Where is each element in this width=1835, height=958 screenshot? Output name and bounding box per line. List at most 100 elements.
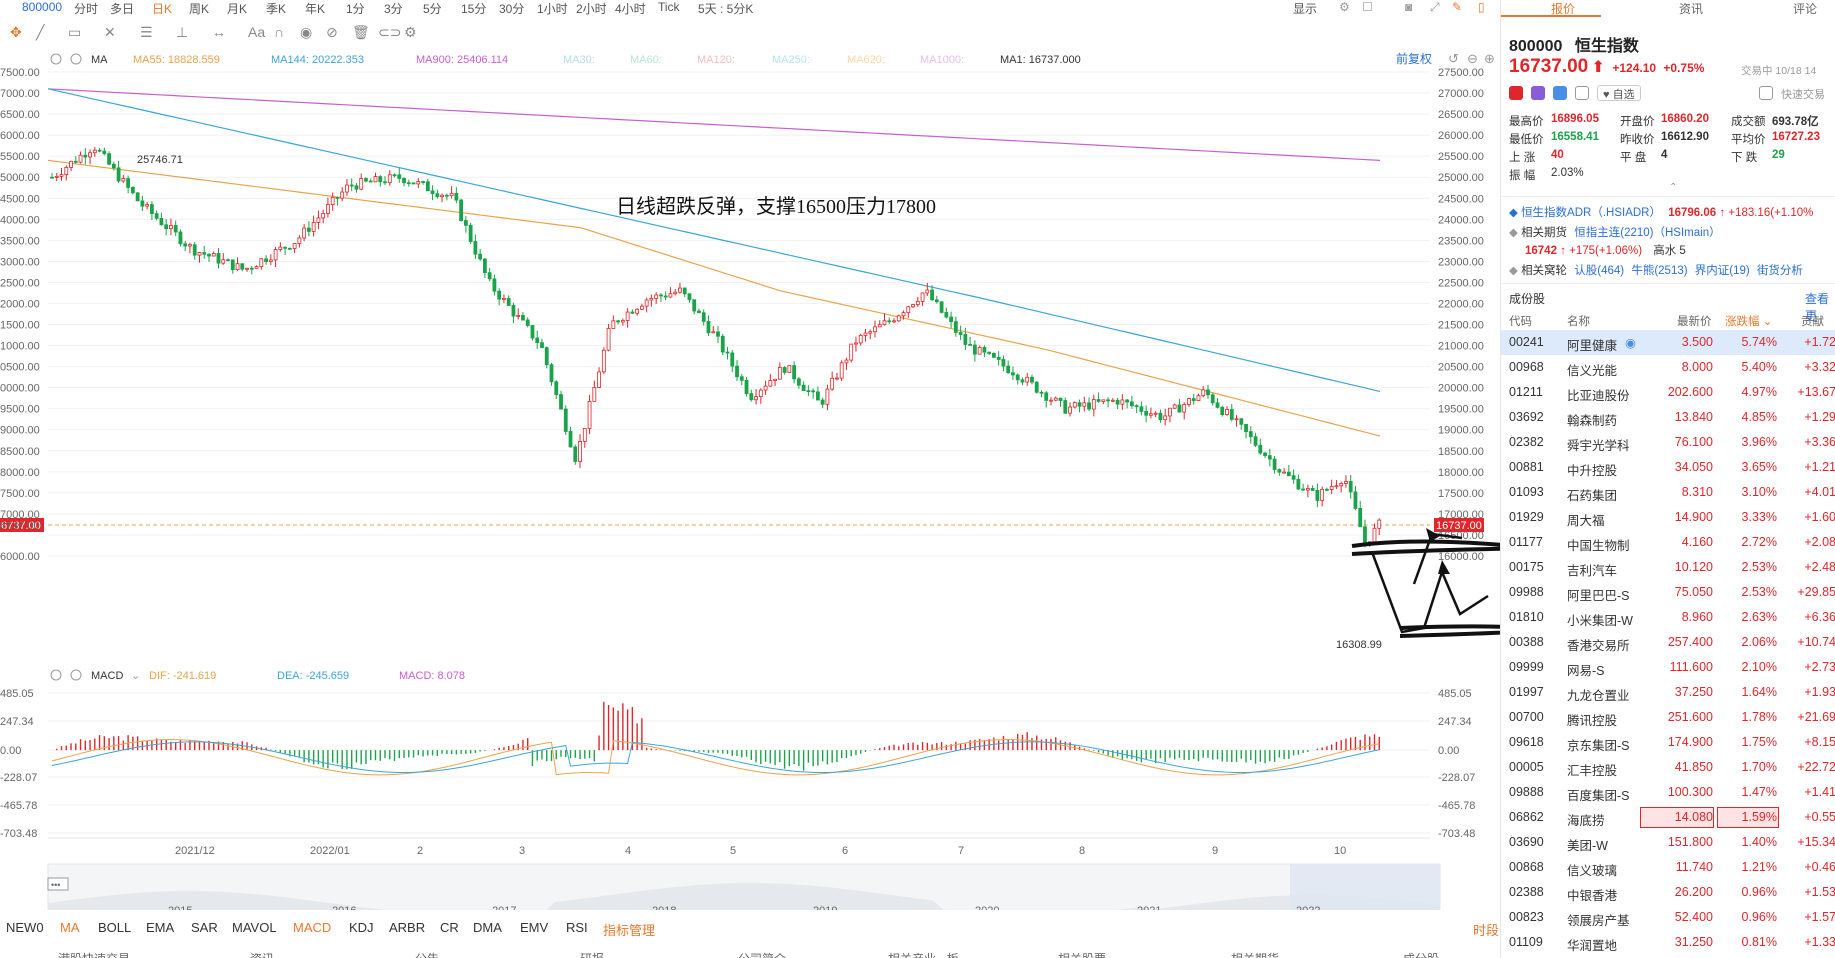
warrant-analysis-link[interactable]: 街货分析 bbox=[1757, 265, 1803, 277]
col-name[interactable]: 名称 bbox=[1567, 313, 1590, 329]
table-row[interactable]: 00175 吉利汽车 10.120 2.53% +2.48 bbox=[1501, 555, 1835, 580]
tab-components[interactable]: 成分股 bbox=[1403, 950, 1439, 958]
bell-icon[interactable] bbox=[1759, 86, 1773, 100]
zoom-in-icon[interactable]: ⊕ bbox=[1484, 51, 1495, 66]
add-watchlist-button[interactable]: ♥ 自选 bbox=[1597, 85, 1641, 101]
doc-icon[interactable] bbox=[1575, 86, 1589, 100]
table-row[interactable]: 02382 舜宇光学科 76.100 3.96% +3.36 bbox=[1501, 430, 1835, 455]
table-row[interactable]: 00881 中升控股 34.050 3.65% +1.21 bbox=[1501, 455, 1835, 480]
eye-icon[interactable]: ◉ bbox=[1625, 335, 1636, 350]
text-tool-icon[interactable]: Aa bbox=[248, 24, 265, 40]
chevron-up-icon[interactable]: ⌃ bbox=[1669, 182, 1677, 193]
tab-boll[interactable]: BOLL bbox=[98, 920, 131, 935]
settings-icon[interactable]: ⚙ bbox=[1339, 0, 1350, 14]
tab-research[interactable]: 研报 bbox=[580, 950, 604, 958]
tab-yearly-k[interactable]: 年K bbox=[305, 0, 325, 17]
share-icon[interactable] bbox=[1553, 86, 1567, 100]
measure-tool-icon[interactable]: ⊥ bbox=[176, 24, 188, 41]
table-row[interactable]: 02388 中银香港 26.200 0.96% +1.53 bbox=[1501, 880, 1835, 905]
tab-multi-day[interactable]: 多日 bbox=[110, 0, 134, 17]
tab-news[interactable]: 资讯 bbox=[250, 950, 274, 958]
tab-macd[interactable]: MACD bbox=[293, 920, 331, 935]
tab-1min[interactable]: 1分 bbox=[346, 0, 365, 17]
link-icon[interactable]: ⊂⊃ bbox=[378, 24, 401, 41]
settings-icon[interactable] bbox=[50, 53, 62, 65]
fib-tool-icon[interactable]: ☰ bbox=[140, 24, 153, 41]
adr-name[interactable]: 恒生指数ADR（.HSIADR） bbox=[1521, 207, 1661, 219]
hide-icon[interactable]: ⊘ bbox=[326, 24, 338, 41]
table-row[interactable]: 09988 阿里巴巴-S 75.050 2.53% +29.85 bbox=[1501, 580, 1835, 605]
tab-announcements[interactable]: 公告 bbox=[415, 950, 439, 958]
dots-icon[interactable]: ••• bbox=[51, 880, 60, 890]
tab-rsi[interactable]: RSI bbox=[566, 920, 588, 935]
kline-chart[interactable]: MA MA55: 18828.559 MA144: 20222.353 MA90… bbox=[0, 48, 1557, 919]
col-code[interactable]: 代码 bbox=[1509, 313, 1532, 329]
tab-2h[interactable]: 2小时 bbox=[576, 0, 607, 17]
tab-kdj[interactable]: KDJ bbox=[349, 920, 374, 935]
table-row[interactable]: 00968 信义光能 8.000 5.40% +3.32 bbox=[1501, 355, 1835, 380]
tab-5min[interactable]: 5分 bbox=[423, 0, 442, 17]
sidebar-toggle-icon[interactable]: ▯ bbox=[1478, 0, 1485, 14]
table-row[interactable]: 00005 汇丰控股 41.850 1.70% +22.72 bbox=[1501, 755, 1835, 780]
warrant-inline-link[interactable]: 界内证(19) bbox=[1695, 265, 1750, 277]
tab-1h[interactable]: 1小时 bbox=[537, 0, 568, 17]
table-row[interactable]: 09999 网易-S 111.600 2.10% +2.73 bbox=[1501, 655, 1835, 680]
tab-intraday[interactable]: 分时 bbox=[74, 0, 98, 17]
cross-tool-icon[interactable]: ✕ bbox=[104, 24, 116, 41]
settings-small-icon[interactable]: ⚙ bbox=[404, 24, 417, 41]
table-row[interactable]: 03690 美团-W 151.800 1.40% +15.34 bbox=[1501, 830, 1835, 855]
table-row[interactable]: 01211 比亚迪股份 202.600 4.97% +13.67 bbox=[1501, 380, 1835, 405]
line-tool-icon[interactable]: ╱ bbox=[36, 24, 44, 41]
chevron-down-icon[interactable]: ⌄ bbox=[131, 670, 140, 682]
tab-comments[interactable]: 评论 bbox=[1793, 0, 1817, 17]
period-button[interactable]: 时段 bbox=[1473, 920, 1499, 939]
tab-ma[interactable]: MA bbox=[60, 920, 80, 935]
table-row[interactable]: 00823 领展房产基 52.400 0.96% +1.57 bbox=[1501, 905, 1835, 930]
tab-cr[interactable]: CR bbox=[440, 920, 459, 935]
indicator-manager-button[interactable]: 指标管理 bbox=[603, 920, 655, 939]
tab-tick[interactable]: Tick bbox=[658, 0, 680, 14]
close-icon[interactable] bbox=[70, 53, 82, 65]
table-row[interactable]: 00388 香港交易所 257.400 2.06% +10.74 bbox=[1501, 630, 1835, 655]
overview-scroller[interactable]: ••• 2015 2016 2017 2018 2019 2020 2021 2022 bbox=[47, 863, 1441, 919]
tab-related-futures[interactable]: 相关期货 bbox=[1231, 950, 1279, 958]
tab-related-industry[interactable]: 相关产业 · 板 bbox=[888, 950, 959, 958]
tab-related-stocks[interactable]: 相关股票 bbox=[1058, 950, 1106, 958]
tab-hk-quick-trade[interactable]: 港股快速交易 bbox=[58, 950, 130, 958]
futures-name[interactable]: 恒指主连(2210)（HSImain） bbox=[1574, 227, 1720, 239]
table-row[interactable]: 09888 百度集团-S 100.300 1.47% +1.41 bbox=[1501, 780, 1835, 805]
table-row[interactable]: 06862 海底捞 14.080 1.59% +0.55 bbox=[1501, 805, 1835, 830]
col-contrib[interactable]: 贡献 bbox=[1801, 313, 1824, 329]
table-row[interactable]: 01929 周大福 14.900 3.33% +1.60 bbox=[1501, 505, 1835, 530]
adr-row[interactable]: ◆ 恒生指数ADR（.HSIADR） 16796.06 ↑ +183.16(+1… bbox=[1509, 204, 1813, 220]
camera-icon[interactable]: ◙ bbox=[1405, 0, 1412, 14]
table-row[interactable]: 00700 腾讯控股 251.600 1.78% +21.69 bbox=[1501, 705, 1835, 730]
tab-info[interactable]: 资讯 bbox=[1679, 0, 1703, 17]
close-icon[interactable] bbox=[70, 669, 82, 681]
tab-weekly-k[interactable]: 周K bbox=[189, 0, 209, 17]
rect-tool-icon[interactable]: ▭ bbox=[68, 24, 81, 41]
tab-4h[interactable]: 4小时 bbox=[615, 0, 646, 17]
arrow-tool-icon[interactable]: ↔ bbox=[212, 24, 226, 40]
col-price[interactable]: 最新价 bbox=[1677, 313, 1712, 329]
stock-code-tab[interactable]: 800000 bbox=[22, 0, 62, 14]
tab-5day-5min[interactable]: 5天 : 5分K bbox=[698, 0, 753, 17]
tab-emv[interactable]: EMV bbox=[520, 920, 548, 935]
table-row[interactable]: 01810 小米集团-W 8.960 2.63% +6.36 bbox=[1501, 605, 1835, 630]
table-row[interactable]: 01997 九龙仓置业 37.250 1.64% +1.93 bbox=[1501, 680, 1835, 705]
tab-dma[interactable]: DMA bbox=[473, 920, 502, 935]
reset-icon[interactable]: ↺ bbox=[1448, 51, 1459, 66]
table-row[interactable]: 01177 中国生物制 4.160 2.72% +2.08 bbox=[1501, 530, 1835, 555]
tab-quarterly-k[interactable]: 季K bbox=[266, 0, 286, 17]
tab-sar[interactable]: SAR bbox=[191, 920, 218, 935]
checkbox-icon[interactable]: ☐ bbox=[1362, 0, 1373, 14]
tab-30min[interactable]: 30分 bbox=[499, 0, 524, 17]
tab-daily-k[interactable]: 日K bbox=[152, 0, 172, 17]
quick-trade-button[interactable]: 快速交易 bbox=[1781, 86, 1825, 102]
tab-ema[interactable]: EMA bbox=[146, 920, 174, 935]
col-chg[interactable]: 涨跌幅 ⌄ bbox=[1725, 313, 1772, 329]
fullscreen-icon[interactable]: ⤢ bbox=[1430, 0, 1440, 15]
chart-icon[interactable] bbox=[1531, 86, 1545, 100]
table-row[interactable]: 01093 石药集团 8.310 3.10% +4.01 bbox=[1501, 480, 1835, 505]
table-row[interactable]: 01109 华润置地 31.250 0.81% +1.33 bbox=[1501, 930, 1835, 955]
